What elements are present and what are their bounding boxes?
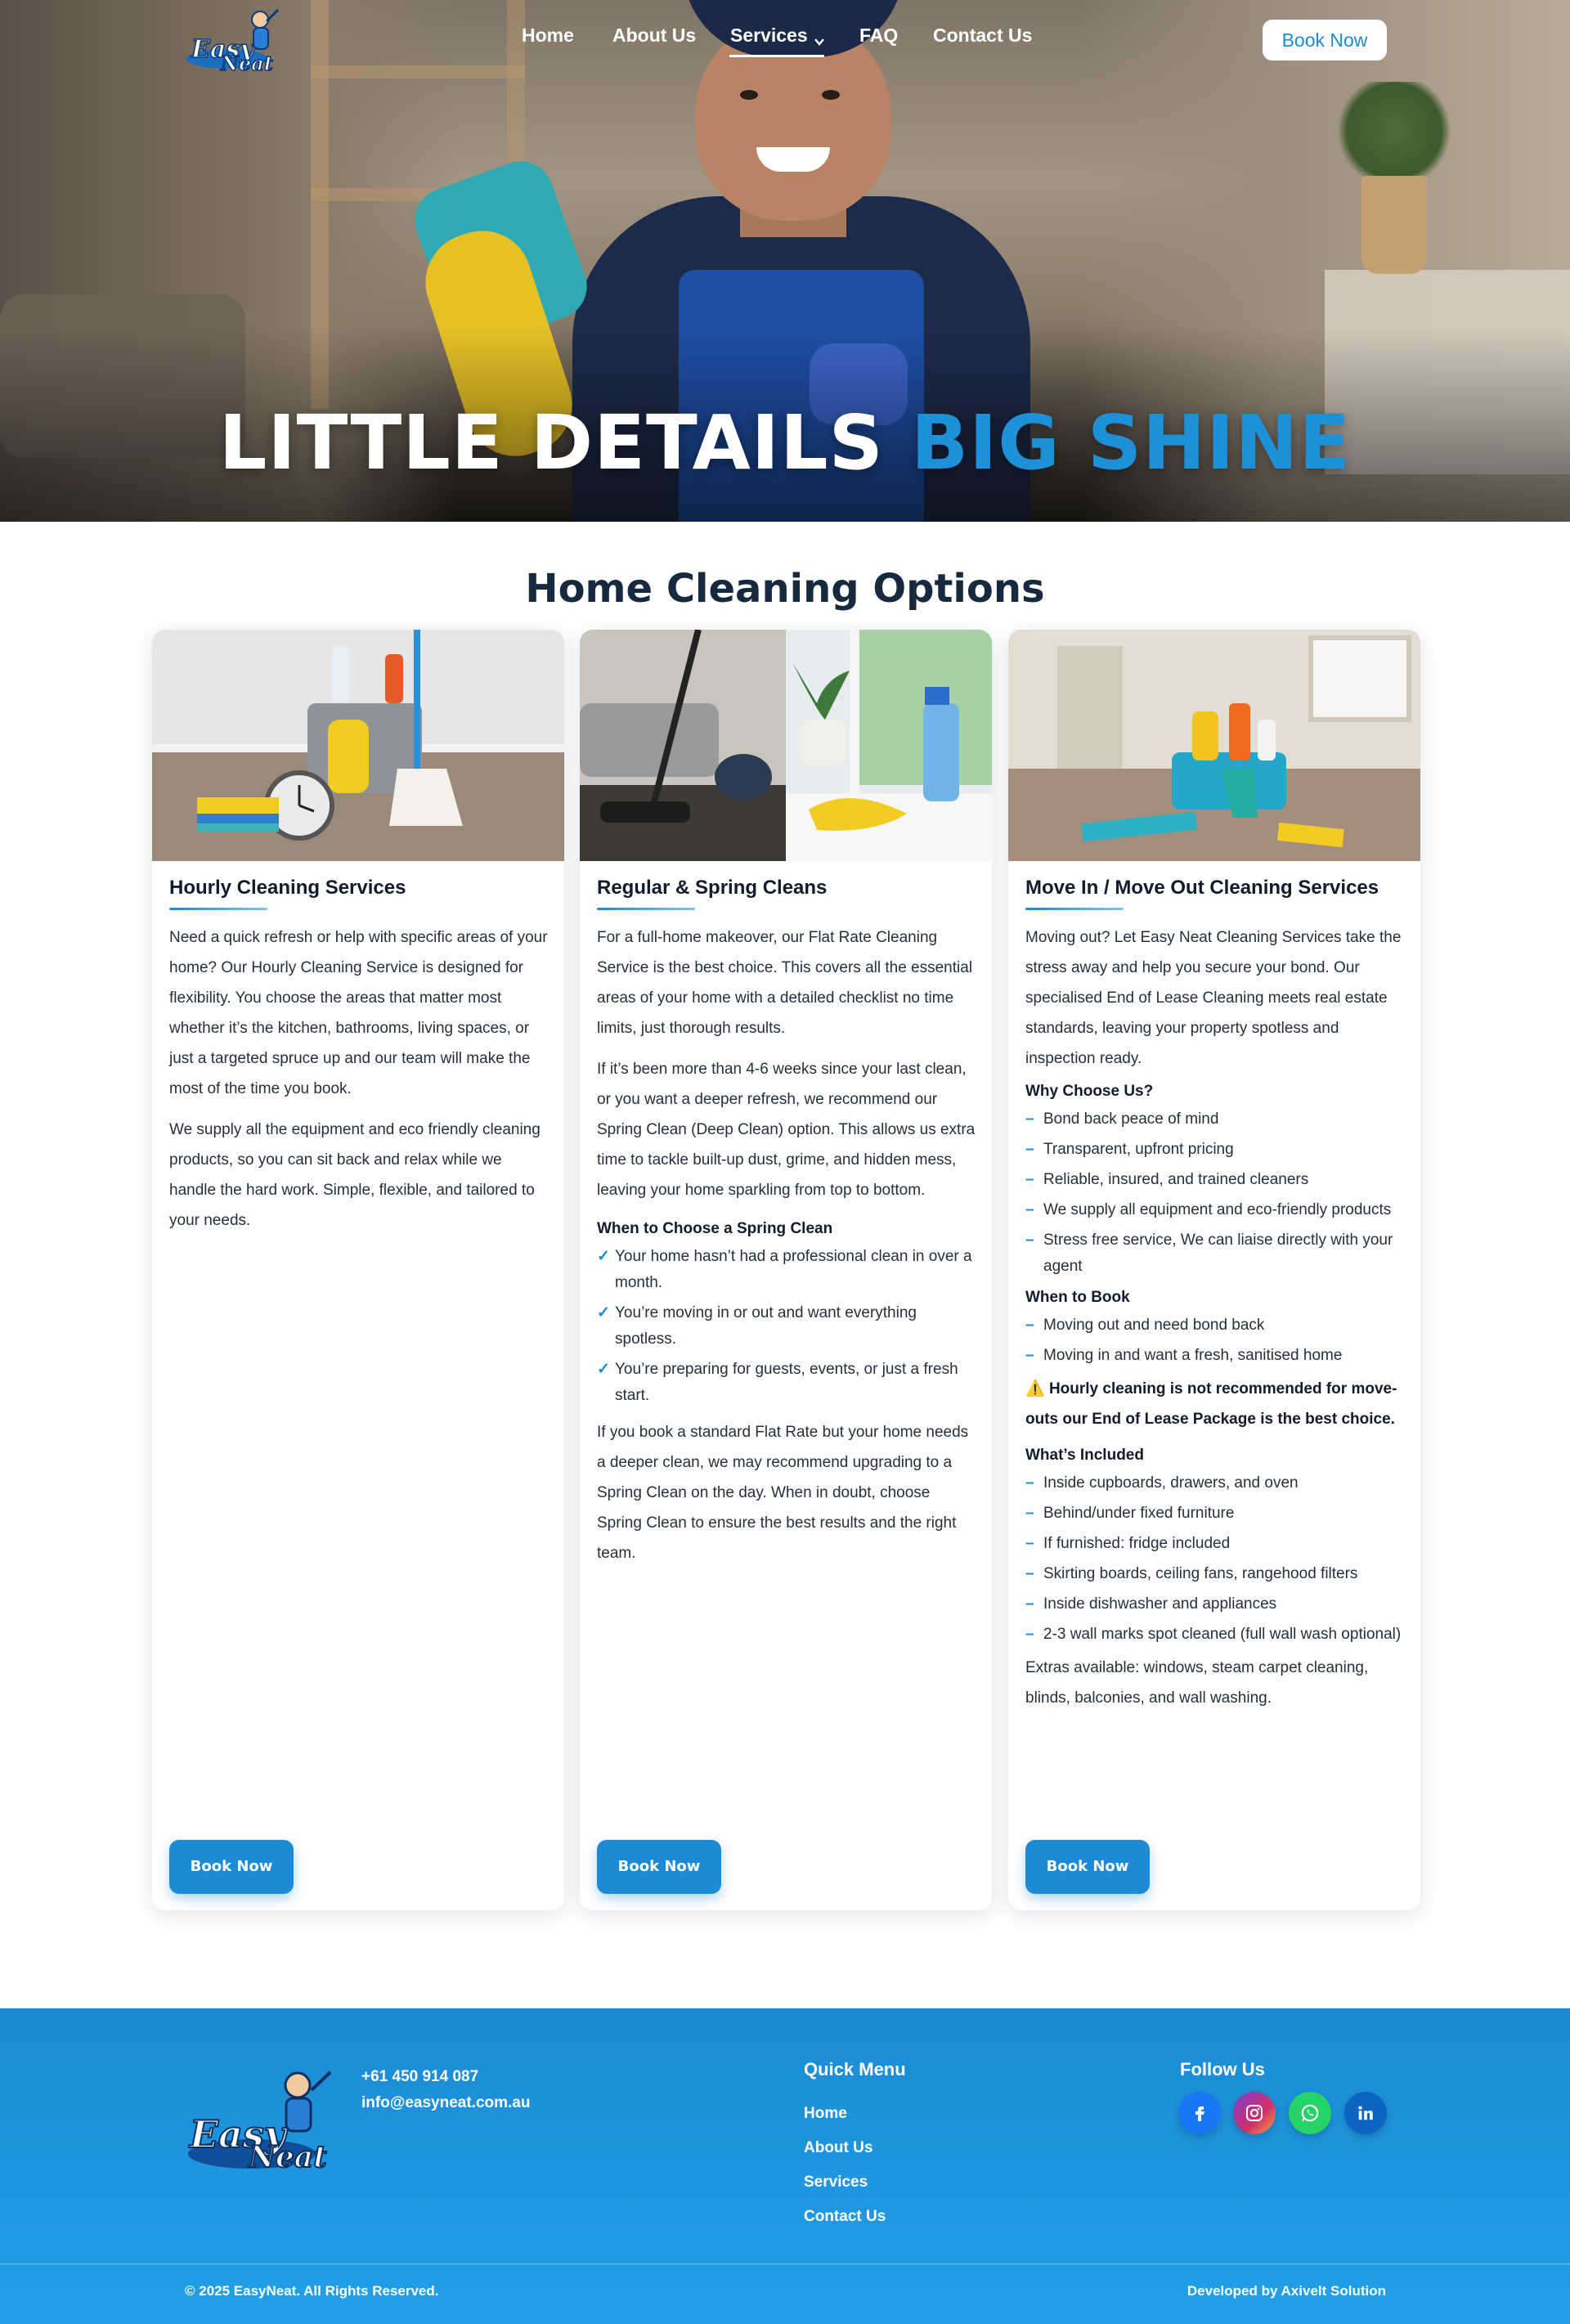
chevron-down-icon[interactable] bbox=[814, 36, 825, 47]
hero-title-blue: BIG SHINE bbox=[910, 399, 1352, 487]
service-card-hourly: Hourly Cleaning Services Need a quick re… bbox=[152, 630, 564, 1910]
quick-menu-heading: Quick Menu bbox=[804, 2059, 906, 2079]
title-underline bbox=[1025, 908, 1124, 910]
nav-active-underline bbox=[729, 55, 824, 57]
card-title: Move In / Move Out Cleaning Services bbox=[1025, 877, 1379, 899]
book-now-regular-button[interactable]: Book Now bbox=[597, 1840, 721, 1894]
card-paragraph: If it’s been more than 4-6 weeks since y… bbox=[597, 1061, 976, 1199]
card-paragraph: Need a quick refresh or help with specif… bbox=[169, 929, 548, 1097]
card-subheading: When to Choose a Spring Clean bbox=[597, 1220, 833, 1237]
check-icon: ✓ bbox=[597, 1248, 610, 1265]
card-body: For a full-home makeover, our Flat Rate … bbox=[597, 922, 976, 1579]
check-icon: ✓ bbox=[597, 1361, 610, 1378]
section-title: Home Cleaning Options bbox=[525, 566, 1045, 612]
footer-logo[interactable]: Easy Neat bbox=[185, 2066, 340, 2180]
hero-banner: LITTLE DETAILS BIG SHINE bbox=[0, 0, 1570, 522]
hero-title-white: LITTLE DETAILS bbox=[218, 399, 884, 487]
footer-link-services[interactable]: Services bbox=[804, 2165, 886, 2200]
list-item: – We supply all equipment and eco-friendl… bbox=[1025, 1201, 1392, 1218]
card-paragraph: We supply all the equipment and eco frie… bbox=[169, 1121, 541, 1229]
nav-faq[interactable]: FAQ bbox=[859, 25, 898, 47]
card-image-regular-spring bbox=[580, 630, 992, 861]
whatsapp-icon[interactable] bbox=[1289, 2092, 1331, 2134]
list-item: –2-3 wall marks spot cleaned (full wall … bbox=[1025, 1626, 1402, 1643]
card-paragraph: Moving out? Let Easy Neat Cleaning Servi… bbox=[1025, 929, 1402, 1067]
hero-title: LITTLE DETAILS BIG SHINE bbox=[0, 397, 1570, 489]
list-item: – Reliable, insured, and trained cleaners bbox=[1025, 1171, 1309, 1188]
card-title: Hourly Cleaning Services bbox=[169, 877, 406, 899]
list-item: – Stress free service, We can liaise dire… bbox=[1025, 1232, 1393, 1275]
book-now-hourly-button[interactable]: Book Now bbox=[169, 1840, 294, 1894]
service-card-regular-spring: Regular & Spring Cleans For a full-home … bbox=[580, 630, 992, 1910]
email-link[interactable]: info@easyneat.com.au bbox=[361, 2090, 530, 2116]
instagram-icon[interactable] bbox=[1233, 2092, 1276, 2134]
facebook-icon[interactable] bbox=[1178, 2092, 1221, 2134]
list-item: – Transparent, upfront pricing bbox=[1025, 1141, 1234, 1158]
card-paragraph: For a full-home makeover, our Flat Rate … bbox=[597, 929, 973, 1037]
nav-about-us[interactable]: About Us bbox=[612, 25, 696, 47]
when-to-book-list: – Moving out and need bond back – Moving i… bbox=[1025, 1312, 1405, 1369]
nav-home[interactable]: Home bbox=[522, 25, 574, 47]
list-item: – Behind/under fixed furniture bbox=[1025, 1505, 1235, 1522]
nav-services[interactable]: Services bbox=[730, 25, 808, 47]
list-item: ✓ Your home hasn’t had a professional cle… bbox=[597, 1244, 976, 1296]
linkedin-icon[interactable] bbox=[1344, 2092, 1387, 2134]
footer-link-about-us[interactable]: About Us bbox=[804, 2131, 886, 2165]
footer-link-contact-us[interactable]: Contact Us bbox=[804, 2200, 886, 2234]
list-item: – If furnished: fridge included bbox=[1025, 1535, 1231, 1552]
card-body: Need a quick refresh or help with specif… bbox=[169, 922, 549, 1246]
footer-quick-menu: Home About Us Services Contact Us bbox=[804, 2097, 886, 2234]
card-subheading: Why Choose Us? bbox=[1025, 1083, 1154, 1100]
list-item: – Moving out and need bond back bbox=[1025, 1317, 1265, 1334]
phone-link[interactable]: +61 450 914 087 bbox=[361, 2064, 530, 2090]
check-icon: ✓ bbox=[597, 1304, 610, 1321]
copyright: © 2025 EasyNeat. All Rights Reserved. bbox=[185, 2283, 439, 2299]
card-paragraph: Extras available: windows, steam carpet … bbox=[1025, 1659, 1369, 1707]
book-now-header-button[interactable]: Book Now bbox=[1263, 20, 1387, 61]
book-now-move-button[interactable]: Book Now bbox=[1025, 1840, 1150, 1894]
whats-included-list: – Inside cupboards, drawers, and oven – Be… bbox=[1025, 1470, 1405, 1648]
card-title: Regular & Spring Cleans bbox=[597, 877, 828, 899]
nav-contact-us[interactable]: Contact Us bbox=[933, 25, 1032, 47]
svg-text:Neat: Neat bbox=[248, 2140, 327, 2174]
svg-text:Neat: Neat bbox=[220, 52, 273, 75]
move-out-warning: ⚠️ Hourly cleaning is not recommended fo… bbox=[1025, 1380, 1397, 1428]
list-item: ✓ You’re moving in or out and want everyt… bbox=[597, 1300, 976, 1353]
service-card-move-in-out: Move In / Move Out Cleaning Services Mov… bbox=[1008, 630, 1420, 1910]
list-item: – Bond back peace of mind bbox=[1025, 1110, 1219, 1128]
card-paragraph: If you book a standard Flat Rate but you… bbox=[597, 1424, 969, 1562]
why-choose-list: – Bond back peace of mind – Transparent, u… bbox=[1025, 1106, 1405, 1280]
title-underline bbox=[597, 908, 695, 910]
site-logo[interactable]: Easy Neat bbox=[185, 5, 283, 77]
footer-contact: +61 450 914 087 info@easyneat.com.au bbox=[361, 2064, 530, 2116]
card-image-hourly bbox=[152, 630, 564, 861]
site-footer: Easy Neat +61 450 914 087 info@easyneat.… bbox=[0, 2008, 1570, 2324]
card-subheading: What’s Included bbox=[1025, 1447, 1144, 1464]
spring-clean-checklist: ✓ Your home hasn’t had a professional cle… bbox=[597, 1244, 976, 1409]
card-subheading: When to Book bbox=[1025, 1289, 1130, 1306]
list-item: – Skirting boards, ceiling fans, rangehoo… bbox=[1025, 1565, 1358, 1582]
list-item: – Inside cupboards, drawers, and oven bbox=[1025, 1474, 1299, 1492]
list-item: ✓ You’re preparing for guests, events, or… bbox=[597, 1357, 976, 1409]
list-item: – Moving in and want a fresh, sanitised h… bbox=[1025, 1347, 1343, 1364]
follow-us-heading: Follow Us bbox=[1180, 2059, 1265, 2079]
list-item: – Inside dishwasher and appliances bbox=[1025, 1595, 1277, 1613]
card-image-move-in-out bbox=[1008, 630, 1420, 861]
footer-divider bbox=[0, 2263, 1570, 2264]
developer-credit[interactable]: Developed by Axivelt Solution bbox=[1187, 2283, 1386, 2299]
warning-icon: ⚠️ bbox=[1025, 1380, 1045, 1398]
footer-link-home[interactable]: Home bbox=[804, 2097, 886, 2131]
title-underline bbox=[169, 908, 267, 910]
card-body: Moving out? Let Easy Neat Cleaning Servi… bbox=[1025, 922, 1405, 1724]
